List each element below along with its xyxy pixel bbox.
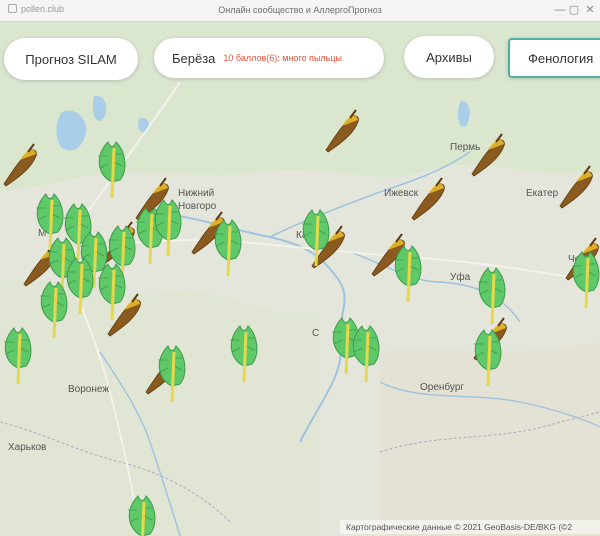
silam-forecast-button[interactable]: Прогноз SILAM xyxy=(4,38,138,80)
birch-label: Берёза xyxy=(172,50,216,66)
birch-selector[interactable]: Берёза 10 баллов(6): много пыльцы xyxy=(154,38,384,78)
city-label-izhevsk: Ижевск xyxy=(384,188,419,199)
city-label-perm: Пермь xyxy=(450,142,480,153)
city-label-nizhny-1: Нижний xyxy=(178,188,214,199)
city-label-ekaterinburg: Екатер xyxy=(526,188,559,199)
city-label-orenburg: Оренбург xyxy=(420,381,464,393)
close-button[interactable]: ✕ xyxy=(582,2,598,18)
city-label-nizhny-2: Новгоро xyxy=(178,201,217,212)
map-attribution: Картографические данные © 2021 GeoBasis-… xyxy=(346,522,572,532)
restore-button[interactable]: ▢ xyxy=(566,2,582,18)
silam-forecast-label: Прогноз SILAM xyxy=(25,51,117,67)
pollen-level-note: 10 баллов(6): много пыльцы xyxy=(223,53,342,63)
map-view[interactable]: Нижний Новгоро М Казань Пермь Ижевск Ека… xyxy=(0,22,600,536)
archive-button[interactable]: Архивы xyxy=(404,36,494,78)
window-title: Онлайн сообщество и АллергоПрогноз xyxy=(218,5,382,15)
city-label-voronezh: Воронеж xyxy=(68,384,109,395)
city-label-samara: С xyxy=(312,328,319,339)
phenology-label: Фенология xyxy=(528,50,594,66)
browser-titlebar: pollen.club Онлайн сообщество и АллергоП… xyxy=(0,0,600,22)
phenology-button[interactable]: Фенология xyxy=(508,38,600,78)
city-label-ufa: Уфа xyxy=(450,271,471,283)
map-canvas[interactable]: Нижний Новгоро М Казань Пермь Ижевск Ека… xyxy=(0,22,600,536)
city-label-kharkiv: Харьков xyxy=(8,442,46,453)
archive-label: Архивы xyxy=(426,49,472,65)
